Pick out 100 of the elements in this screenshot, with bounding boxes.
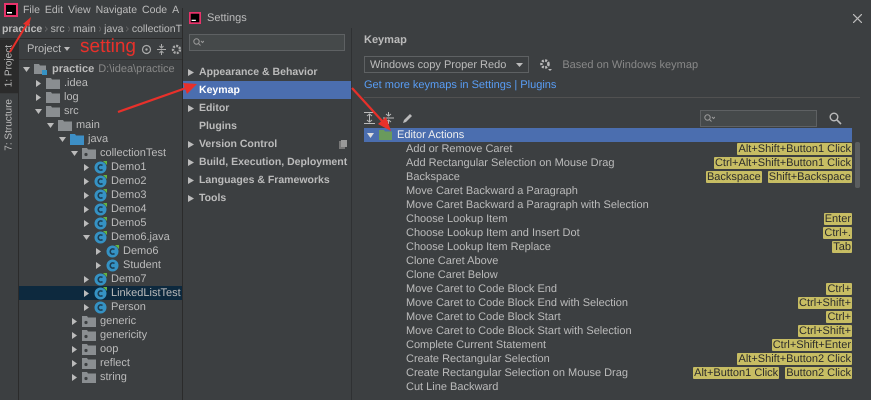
expanded-arrow-icon[interactable] bbox=[23, 66, 30, 72]
action-name[interactable]: Move Caret Backward a Paragraph bbox=[406, 185, 578, 197]
tree-item[interactable]: Student bbox=[19, 258, 182, 272]
edit-icon[interactable] bbox=[402, 112, 413, 124]
chevron-icon bbox=[126, 25, 129, 33]
menu-item[interactable]: File bbox=[23, 4, 40, 16]
tree-item[interactable]: Demo3 bbox=[19, 188, 182, 202]
action-name[interactable]: Cut Line Backward bbox=[406, 381, 498, 393]
action-name[interactable]: Create Rectangular Selection on Mouse Drag bbox=[406, 367, 628, 379]
menu-item[interactable]: View bbox=[68, 4, 91, 16]
tree-item[interactable]: log bbox=[19, 90, 182, 104]
tree-item[interactable]: genericity bbox=[19, 328, 182, 342]
settings-nav-item[interactable]: Languages & Frameworks bbox=[183, 171, 351, 189]
settings-icon[interactable] bbox=[539, 58, 552, 71]
plugins-link[interactable]: Get more keymaps in Settings | Plugins bbox=[364, 79, 556, 91]
tree-item[interactable]: oop bbox=[19, 342, 182, 356]
collapsed-arrow-icon[interactable] bbox=[188, 176, 194, 184]
tree-item[interactable]: main bbox=[19, 118, 182, 132]
settings-icon[interactable] bbox=[171, 44, 182, 54]
tree-item[interactable]: string bbox=[19, 370, 182, 384]
scrollbar-thumb[interactable] bbox=[855, 142, 860, 188]
breadcrumb[interactable]: main bbox=[73, 23, 96, 35]
action-name[interactable]: Move Caret to Code Block End with Selection bbox=[406, 297, 628, 309]
menu-item[interactable]: A bbox=[172, 4, 180, 16]
settings-nav-item[interactable]: Version Control bbox=[183, 135, 351, 153]
settings-nav-item[interactable]: Tools bbox=[183, 189, 351, 207]
shortcut-badge: Button2 Click bbox=[785, 367, 852, 379]
action-name[interactable]: Move Caret to Code Block Start bbox=[406, 311, 561, 323]
collapsed-arrow-icon[interactable] bbox=[188, 158, 194, 166]
chevron-icon bbox=[45, 25, 48, 33]
close-icon[interactable] bbox=[853, 14, 862, 22]
shortcut-badge: Ctrl+ bbox=[826, 283, 852, 295]
tree-item[interactable]: java bbox=[19, 132, 182, 146]
action-name[interactable]: Clone Caret Below bbox=[406, 269, 498, 281]
tree-item[interactable]: Demo7 bbox=[19, 272, 182, 286]
menu-item[interactable]: Edit bbox=[44, 4, 64, 16]
folder-icon bbox=[70, 134, 84, 144]
tool-window-tab[interactable]: 1: Project bbox=[0, 39, 18, 94]
tree-item[interactable]: LinkedListTest bbox=[19, 286, 182, 300]
class-icon bbox=[94, 188, 107, 202]
settings-nav-item[interactable]: Keymap bbox=[183, 81, 351, 99]
search-icon bbox=[193, 38, 204, 47]
action-name[interactable]: Add or Remove Caret bbox=[406, 143, 512, 155]
expand-all-icon[interactable] bbox=[364, 112, 375, 124]
breadcrumb[interactable]: collectionT bbox=[132, 23, 182, 35]
search-field[interactable] bbox=[700, 110, 817, 126]
action-name[interactable]: Choose Lookup Item and Insert Dot bbox=[406, 227, 580, 239]
tree-item[interactable]: Demo2 bbox=[19, 174, 182, 188]
tree-item[interactable]: .idea bbox=[19, 76, 182, 90]
locate-icon[interactable] bbox=[141, 44, 152, 54]
expanded-arrow-icon[interactable] bbox=[367, 132, 374, 138]
breadcrumb[interactable]: src bbox=[50, 23, 65, 35]
tree-item[interactable]: Demo1 bbox=[19, 160, 182, 174]
menu-item[interactable]: Navigate bbox=[96, 4, 138, 16]
tree-item[interactable]: practice D:\idea\practice bbox=[19, 62, 182, 76]
expanded-arrow-icon[interactable] bbox=[83, 234, 90, 240]
action-name[interactable]: Add Rectangular Selection on Mouse Drag bbox=[406, 157, 615, 169]
class-icon bbox=[94, 174, 107, 188]
tree-item[interactable]: Demo6 bbox=[19, 244, 182, 258]
collapsed-arrow-icon[interactable] bbox=[188, 194, 194, 202]
collapsed-arrow-icon[interactable] bbox=[188, 104, 194, 112]
action-name[interactable]: Move Caret Backward a Paragraph with Selection bbox=[406, 199, 649, 211]
tool-window-tab[interactable]: 7: Structure bbox=[0, 93, 18, 157]
project-view-dropdown[interactable]: Project bbox=[27, 43, 70, 55]
action-name[interactable]: Create Rectangular Selection bbox=[406, 353, 550, 365]
action-name[interactable]: Backspace bbox=[406, 171, 460, 183]
package-icon bbox=[82, 330, 96, 340]
collapse-all-icon[interactable] bbox=[383, 112, 394, 124]
settings-nav-item[interactable]: Editor bbox=[183, 99, 351, 117]
action-name[interactable]: Move Caret to Code Block Start with Selection bbox=[406, 325, 632, 337]
tree-item[interactable]: Person bbox=[19, 300, 182, 314]
tree-item[interactable]: Editor Actions bbox=[364, 128, 852, 142]
search-field[interactable] bbox=[189, 34, 345, 51]
class-icon bbox=[94, 216, 107, 230]
settings-nav-item[interactable]: Plugins bbox=[183, 117, 351, 135]
tree-item[interactable]: Demo6.java bbox=[19, 230, 182, 244]
tree-item[interactable]: Demo5 bbox=[19, 216, 182, 230]
action-name[interactable]: Choose Lookup Item bbox=[406, 213, 508, 225]
settings-nav-item[interactable]: Build, Execution, Deployment bbox=[183, 153, 351, 171]
shortcut-badge: Enter bbox=[824, 213, 852, 225]
app-logo-icon bbox=[189, 12, 201, 24]
find-shortcut-icon[interactable] bbox=[829, 112, 842, 124]
tree-item[interactable]: generic bbox=[19, 314, 182, 328]
menu-item[interactable]: Code bbox=[142, 4, 168, 16]
action-name[interactable]: Choose Lookup Item Replace bbox=[406, 241, 551, 253]
collapse-icon[interactable] bbox=[156, 44, 167, 54]
action-name[interactable]: Clone Caret Above bbox=[406, 255, 498, 267]
collapsed-arrow-icon[interactable] bbox=[188, 140, 194, 148]
collapsed-arrow-icon[interactable] bbox=[188, 68, 194, 76]
tree-item[interactable]: reflect bbox=[19, 356, 182, 370]
breadcrumb[interactable]: java bbox=[104, 23, 124, 35]
app-logo-icon[interactable] bbox=[4, 3, 18, 17]
tree-item[interactable]: Demo4 bbox=[19, 202, 182, 216]
tree-item[interactable]: collectionTest bbox=[19, 146, 182, 160]
keymap-dropdown[interactable]: Windows copy Proper Redo bbox=[364, 56, 530, 73]
action-name[interactable]: Move Caret to Code Block End bbox=[406, 283, 558, 295]
project-scope-icon bbox=[339, 140, 347, 148]
tree-item[interactable]: src bbox=[19, 104, 182, 118]
action-name[interactable]: Complete Current Statement bbox=[406, 339, 546, 351]
settings-nav-item[interactable]: Appearance & Behavior bbox=[183, 63, 351, 81]
